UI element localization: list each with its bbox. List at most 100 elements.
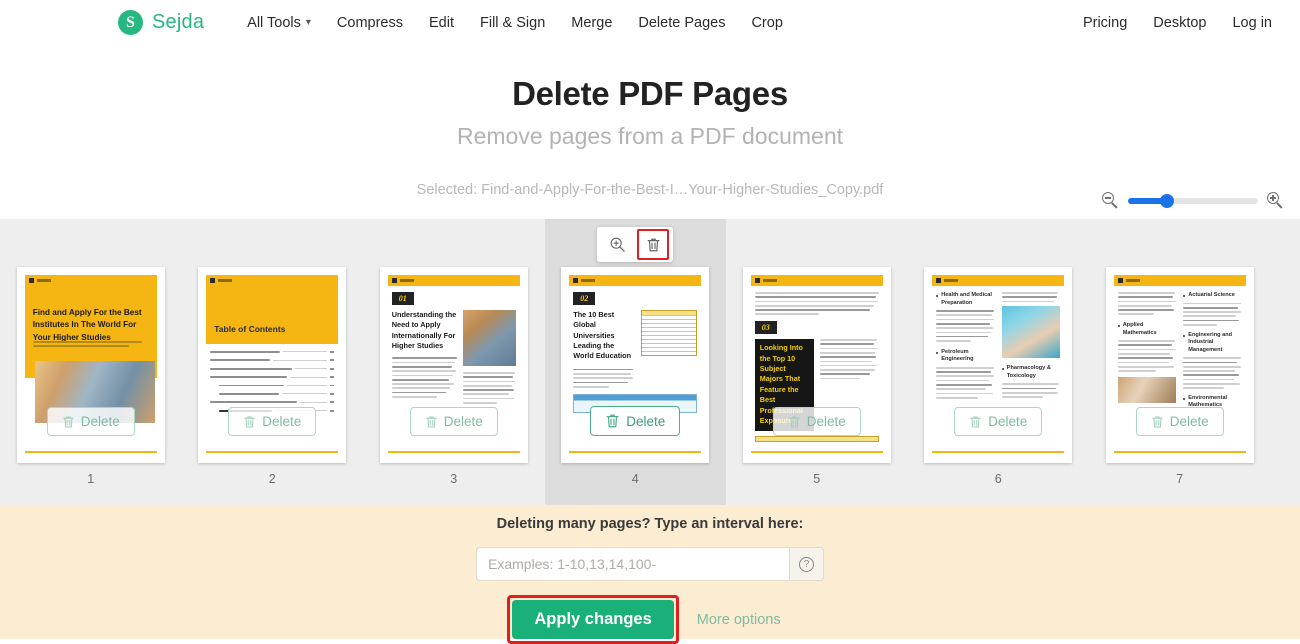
doc-logo-icon (210, 278, 216, 283)
page-cell-7[interactable]: Applied Mathematics Actuarial Science En… (1089, 219, 1271, 505)
page-thumbnail-2[interactable]: Table of Contents Delete (198, 267, 347, 463)
page-footer-bar (206, 450, 339, 453)
delete-page-button-3[interactable]: Delete (409, 407, 498, 436)
doc-logo-text (581, 279, 596, 282)
delete-page-button-7[interactable]: Delete (1135, 407, 1224, 436)
preview-page-button[interactable] (601, 229, 634, 260)
page-cell-2[interactable]: Table of Contents Delete 2 (182, 219, 364, 505)
majors-table (754, 435, 879, 442)
nav-item-all-tools-label: All Tools (247, 14, 301, 31)
page-header-bar (932, 275, 1065, 286)
delete-page-button-6[interactable]: Delete (954, 407, 1043, 436)
page-number-7: 7 (1176, 472, 1184, 486)
page-footer-bar (1113, 450, 1246, 453)
apply-changes-button[interactable]: Apply changes (512, 600, 674, 639)
more-options-link[interactable]: More options (685, 604, 793, 636)
page-cell-4[interactable]: 02 The 10 Best Global Universities Leadi… (544, 219, 726, 505)
nav-item-compress[interactable]: Compress (337, 15, 403, 31)
delete-page-button-2[interactable]: Delete (228, 407, 317, 436)
cover-title: Find and Apply For the Best Institutes I… (32, 308, 142, 342)
delete-page-button-5[interactable]: Delete (772, 407, 861, 436)
nav-item-pricing[interactable]: Pricing (1083, 15, 1127, 31)
nav-item-merge[interactable]: Merge (571, 15, 612, 31)
bullet-heading-6-1: Health and Medical Preparation (941, 292, 992, 306)
delete-page-label-3: Delete (443, 414, 483, 429)
page-cell-5[interactable]: 03 Looking Into the Top 10 Subject Major… (726, 219, 908, 505)
section-title-3: Understanding the Need to Apply Internat… (391, 310, 457, 351)
interval-input[interactable] (476, 547, 789, 581)
page-thumbnail-4[interactable]: 02 The 10 Best Global Universities Leadi… (561, 267, 710, 463)
page-thumbnail-1[interactable]: Find and Apply For the Best Institutes I… (16, 267, 165, 463)
section-badge-02: 02 (573, 292, 596, 305)
page-number-1: 1 (87, 472, 95, 486)
delete-page-label-1: Delete (80, 414, 120, 429)
page-thumbnail-6[interactable]: Health and Medical Preparation Petroleum… (924, 267, 1073, 463)
zoom-slider-thumb[interactable] (1160, 193, 1174, 208)
page-header-bar (1113, 275, 1246, 286)
toc-band (206, 286, 339, 344)
brand-name: Sejda (152, 11, 205, 33)
page-footer-bar (24, 450, 157, 453)
universities-table (641, 310, 698, 356)
page-header-bar (387, 275, 520, 286)
delete-page-button-1[interactable]: Delete (46, 407, 135, 436)
question-mark-icon: ? (799, 556, 814, 572)
doc-logo-icon (28, 278, 34, 283)
page-number-3: 3 (450, 472, 458, 486)
trash-icon (1152, 415, 1163, 428)
page-cell-3[interactable]: 01 Understanding the Need to Apply Inter… (363, 219, 545, 505)
page-cell-6[interactable]: Health and Medical Preparation Petroleum… (908, 219, 1090, 505)
interval-prompt-label: Deleting many pages? Type an interval he… (496, 516, 804, 532)
page-header-bar (750, 275, 883, 286)
nav-item-delete-pages[interactable]: Delete Pages (638, 15, 725, 31)
interval-input-group: ? (476, 547, 824, 581)
page-number-2: 2 (268, 472, 276, 486)
nav-item-fill-and-sign[interactable]: Fill & Sign (480, 15, 545, 31)
trash-icon (647, 238, 660, 251)
trash-icon (606, 414, 619, 428)
nav-item-all-tools[interactable]: All Tools ▾ (247, 15, 311, 31)
page-footer-bar (750, 450, 883, 453)
delete-page-icon-button[interactable] (637, 229, 670, 260)
apply-changes-highlight: Apply changes (507, 595, 679, 644)
nav-item-desktop[interactable]: Desktop (1153, 15, 1206, 31)
interval-panel: Deleting many pages? Type an interval he… (0, 505, 1300, 644)
doc-logo-icon (754, 278, 760, 283)
page-thumbnail-5[interactable]: 03 Looking Into the Top 10 Subject Major… (742, 267, 891, 463)
delete-page-label-2: Delete (262, 414, 302, 429)
doc-logo-text (944, 279, 959, 282)
magnifier-minus-icon[interactable] (1102, 192, 1119, 209)
page-thumbnail-3[interactable]: 01 Understanding the Need to Apply Inter… (379, 267, 528, 463)
sejda-logo-icon: S (118, 10, 143, 35)
doc-logo-text (36, 279, 51, 282)
page-header-bar (569, 275, 702, 286)
doc-logo-icon (1117, 278, 1123, 283)
page-cell-1[interactable]: Find and Apply For the Best Institutes I… (0, 219, 182, 505)
section-title-4: The 10 Best Global Universities Leading … (573, 310, 632, 361)
brand-logo-link[interactable]: S Sejda (118, 10, 204, 35)
main-nav: All Tools ▾ Compress Edit Fill & Sign Me… (247, 15, 783, 31)
nav-item-crop[interactable]: Crop (751, 15, 782, 31)
bullet-heading-7-2: Applied Mathematics (1122, 322, 1157, 336)
nav-item-edit[interactable]: Edit (429, 15, 454, 31)
site-header: S Sejda All Tools ▾ Compress Edit Fill &… (0, 0, 1300, 45)
page-footer-bar (569, 450, 702, 453)
bullet-heading-7-1: Actuarial Science (1188, 292, 1235, 298)
magnifier-plus-icon[interactable] (1267, 192, 1284, 209)
trash-icon (789, 415, 800, 428)
doc-logo-text (762, 279, 777, 282)
nav-item-log-in[interactable]: Log in (1232, 15, 1272, 31)
trash-icon (244, 415, 255, 428)
page-number-5: 5 (813, 472, 821, 486)
secondary-nav: Pricing Desktop Log in (1083, 15, 1272, 31)
doc-logo-text (1125, 279, 1140, 282)
doc-logo-icon (936, 278, 942, 283)
doc-logo-text (218, 279, 233, 282)
section-badge-03: 03 (754, 321, 777, 335)
zoom-slider[interactable] (1128, 193, 1258, 208)
delete-page-button-4[interactable]: Delete (590, 406, 681, 436)
zoom-control (1102, 192, 1284, 209)
interval-help-button[interactable]: ? (789, 547, 824, 581)
bullet-heading-7-3: Engineering and Industrial Management (1188, 331, 1233, 353)
page-thumbnail-7[interactable]: Applied Mathematics Actuarial Science En… (1105, 267, 1254, 463)
